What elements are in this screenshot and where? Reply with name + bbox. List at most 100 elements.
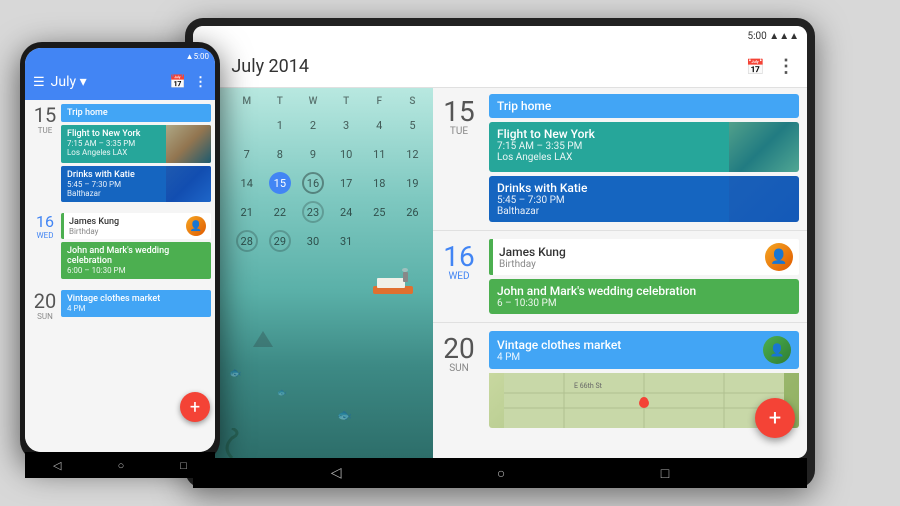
phone-day-20: 20 Sun Vintage clothes market 4 PM xyxy=(25,286,215,321)
calendar-week-2: 6 7 8 9 10 11 12 xyxy=(197,140,429,168)
p-avatar-james: 👤 xyxy=(186,216,206,236)
t-event-wedding[interactable]: John and Mark's wedding celebration 6 – … xyxy=(489,279,799,314)
phone-day-15-num: 15 xyxy=(29,104,61,126)
phone-day-15: 15 Tue Trip home Flight to New York 7:15… xyxy=(25,100,215,206)
cal-day-16-selected[interactable]: 16 xyxy=(296,169,329,197)
phone-day-16-name: Wed xyxy=(29,231,61,240)
p-event-drinks-katie[interactable]: Drinks with Katie 5:45 – 7:30 PM Balthaz… xyxy=(61,166,211,202)
boat-svg xyxy=(353,264,423,304)
p-event-drinks-image xyxy=(166,166,211,202)
cal-day-29[interactable]: 29 xyxy=(263,227,296,255)
phone-device: ▲ 5:00 ☰ July ▾ 📅 ⋮ 15 Tue xyxy=(20,42,220,462)
cal-day-26[interactable]: 26 xyxy=(396,198,429,226)
t-event-wedding-time: 6 – 10:30 PM xyxy=(497,298,791,309)
tablet-home-icon[interactable]: ○ xyxy=(497,465,505,482)
t-event-flight-ny[interactable]: Flight to New York 7:15 AM – 3:35 PM Los… xyxy=(489,122,799,172)
cal-label-t2: T xyxy=(330,94,363,109)
cal-day-14[interactable]: 14 xyxy=(230,169,263,197)
p-birthday-label: Birthday xyxy=(69,227,119,236)
cal-day-9[interactable]: 9 xyxy=(296,140,329,168)
p-event-wedding-time: 6:00 – 10:30 PM xyxy=(67,266,205,275)
tablet-day-20-label: 20 Sun xyxy=(433,325,485,434)
tablet-day-16-num: 16 xyxy=(439,243,479,271)
cal-label-s2: S xyxy=(396,94,429,109)
tablet-device: 5:00 ▲▲▲ ☰ July 2014 📅 ⋮ xyxy=(185,18,815,488)
p-event-vintage-time: 4 PM xyxy=(67,304,205,313)
more-icon[interactable]: ⋮ xyxy=(777,56,795,77)
tablet-header-icons: 📅 ⋮ xyxy=(746,56,795,77)
tablet-day-20-section: 20 Sun Vintage clothes market 4 PM xyxy=(433,325,807,434)
cal-day-12[interactable]: 12 xyxy=(396,140,429,168)
phone-day-15-events: Trip home Flight to New York 7:15 AM – 3… xyxy=(61,104,211,206)
phone-day-20-num: 20 xyxy=(29,290,61,312)
t-event-birthday-name: James Kung xyxy=(499,245,759,259)
phone-hamburger-icon[interactable]: ☰ xyxy=(33,75,45,90)
cal-day-8[interactable]: 8 xyxy=(263,140,296,168)
tablet-day-15-label: 15 Tue xyxy=(433,88,485,228)
p-event-wedding-title: John and Mark's wedding celebration xyxy=(67,246,205,266)
p-event-wedding[interactable]: John and Mark's wedding celebration 6:00… xyxy=(61,242,211,279)
tablet-fab[interactable]: + xyxy=(755,398,795,438)
cal-day-18[interactable]: 18 xyxy=(363,169,396,197)
tablet-calendar: S M T W T F S xyxy=(193,88,433,458)
cal-day-5[interactable]: 5 xyxy=(396,111,429,139)
calendar-week-3: 13 14 15 16 17 18 19 xyxy=(197,169,429,197)
p-event-vintage-title: Vintage clothes market xyxy=(67,294,205,304)
cal-day-22[interactable]: 22 xyxy=(263,198,296,226)
cal-day-21[interactable]: 21 xyxy=(230,198,263,226)
cal-day-7[interactable]: 7 xyxy=(230,140,263,168)
tablet-day-15-section: 15 Tue Trip home Flight to New York 7 xyxy=(433,88,807,228)
cal-day-empty[interactable] xyxy=(230,111,263,139)
cal-day-10[interactable]: 10 xyxy=(330,140,363,168)
t-event-vintage-market[interactable]: Vintage clothes market 4 PM 👤 xyxy=(489,331,799,369)
cal-day-15-today[interactable]: 15 xyxy=(263,169,296,197)
p-event-birthday-james[interactable]: James Kung Birthday 👤 xyxy=(61,213,211,239)
cal-day-11[interactable]: 11 xyxy=(363,140,396,168)
cal-day-23[interactable]: 23 xyxy=(296,198,329,226)
t-event-birthday-james[interactable]: James Kung Birthday 👤 xyxy=(489,239,799,275)
phone-day-20-events: Vintage clothes market 4 PM xyxy=(61,290,211,321)
phone-day-16-label: 16 Wed xyxy=(29,213,61,283)
phone-header: ☰ July ▾ 📅 ⋮ xyxy=(25,64,215,100)
phone-wifi-icon: ▲ xyxy=(186,52,194,61)
cal-day-28[interactable]: 28 xyxy=(230,227,263,255)
cal-label-t1: T xyxy=(263,94,296,109)
cal-day-1[interactable]: 1 xyxy=(263,111,296,139)
p-event-trip-home[interactable]: Trip home xyxy=(61,104,211,122)
p-event-vintage[interactable]: Vintage clothes market 4 PM xyxy=(61,290,211,317)
map-svg: E 66th St xyxy=(489,373,799,428)
t-event-drinks-image xyxy=(729,176,799,222)
tablet-recents-icon[interactable]: □ xyxy=(661,465,669,482)
t-avatar-vintage: 👤 xyxy=(763,336,791,364)
cal-day-25[interactable]: 25 xyxy=(363,198,396,226)
phone-header-title: July ▾ xyxy=(51,74,164,90)
cal-day-17[interactable]: 17 xyxy=(330,169,363,197)
t-event-trip-home[interactable]: Trip home xyxy=(489,94,799,118)
phone-day-15-name: Tue xyxy=(29,126,61,135)
phone-back-icon[interactable]: ◁ xyxy=(53,459,61,472)
phone-fab[interactable]: + xyxy=(180,392,210,422)
t-event-birthday-label: Birthday xyxy=(499,259,759,270)
calendar-week-1: 1 2 3 4 5 xyxy=(197,111,429,139)
phone-more-icon[interactable]: ⋮ xyxy=(194,75,207,90)
cal-day-4[interactable]: 4 xyxy=(363,111,396,139)
cal-day-24[interactable]: 24 xyxy=(330,198,363,226)
tablet-day-16-section: 16 Wed James Kung Birthday 👤 xyxy=(433,233,807,320)
tablet-back-icon[interactable]: ◁ xyxy=(331,465,342,481)
cal-day-30[interactable]: 30 xyxy=(296,227,329,255)
cal-day-3[interactable]: 3 xyxy=(330,111,363,139)
phone-calendar-icon[interactable]: 📅 xyxy=(170,75,186,90)
tablet-divider-2 xyxy=(433,322,807,323)
cal-day-31[interactable]: 31 xyxy=(330,227,363,255)
cal-day-19[interactable]: 19 xyxy=(396,169,429,197)
t-event-drinks-katie[interactable]: Drinks with Katie 5:45 – 7:30 PM Balthaz… xyxy=(489,176,799,222)
scene: 5:00 ▲▲▲ ☰ July 2014 📅 ⋮ xyxy=(0,0,900,506)
t-avatar-james: 👤 xyxy=(765,243,793,271)
phone-recents-icon[interactable]: □ xyxy=(180,459,187,472)
p-event-flight-ny[interactable]: Flight to New York 7:15 AM – 3:35 PM Los… xyxy=(61,125,211,163)
cal-day-2[interactable]: 2 xyxy=(296,111,329,139)
tablet-screen: 5:00 ▲▲▲ ☰ July 2014 📅 ⋮ xyxy=(193,26,807,458)
phone-home-icon[interactable]: ○ xyxy=(118,459,125,472)
calendar-icon[interactable]: 📅 xyxy=(746,58,765,76)
tablet-nav-bar: ◁ ○ □ xyxy=(193,458,807,488)
